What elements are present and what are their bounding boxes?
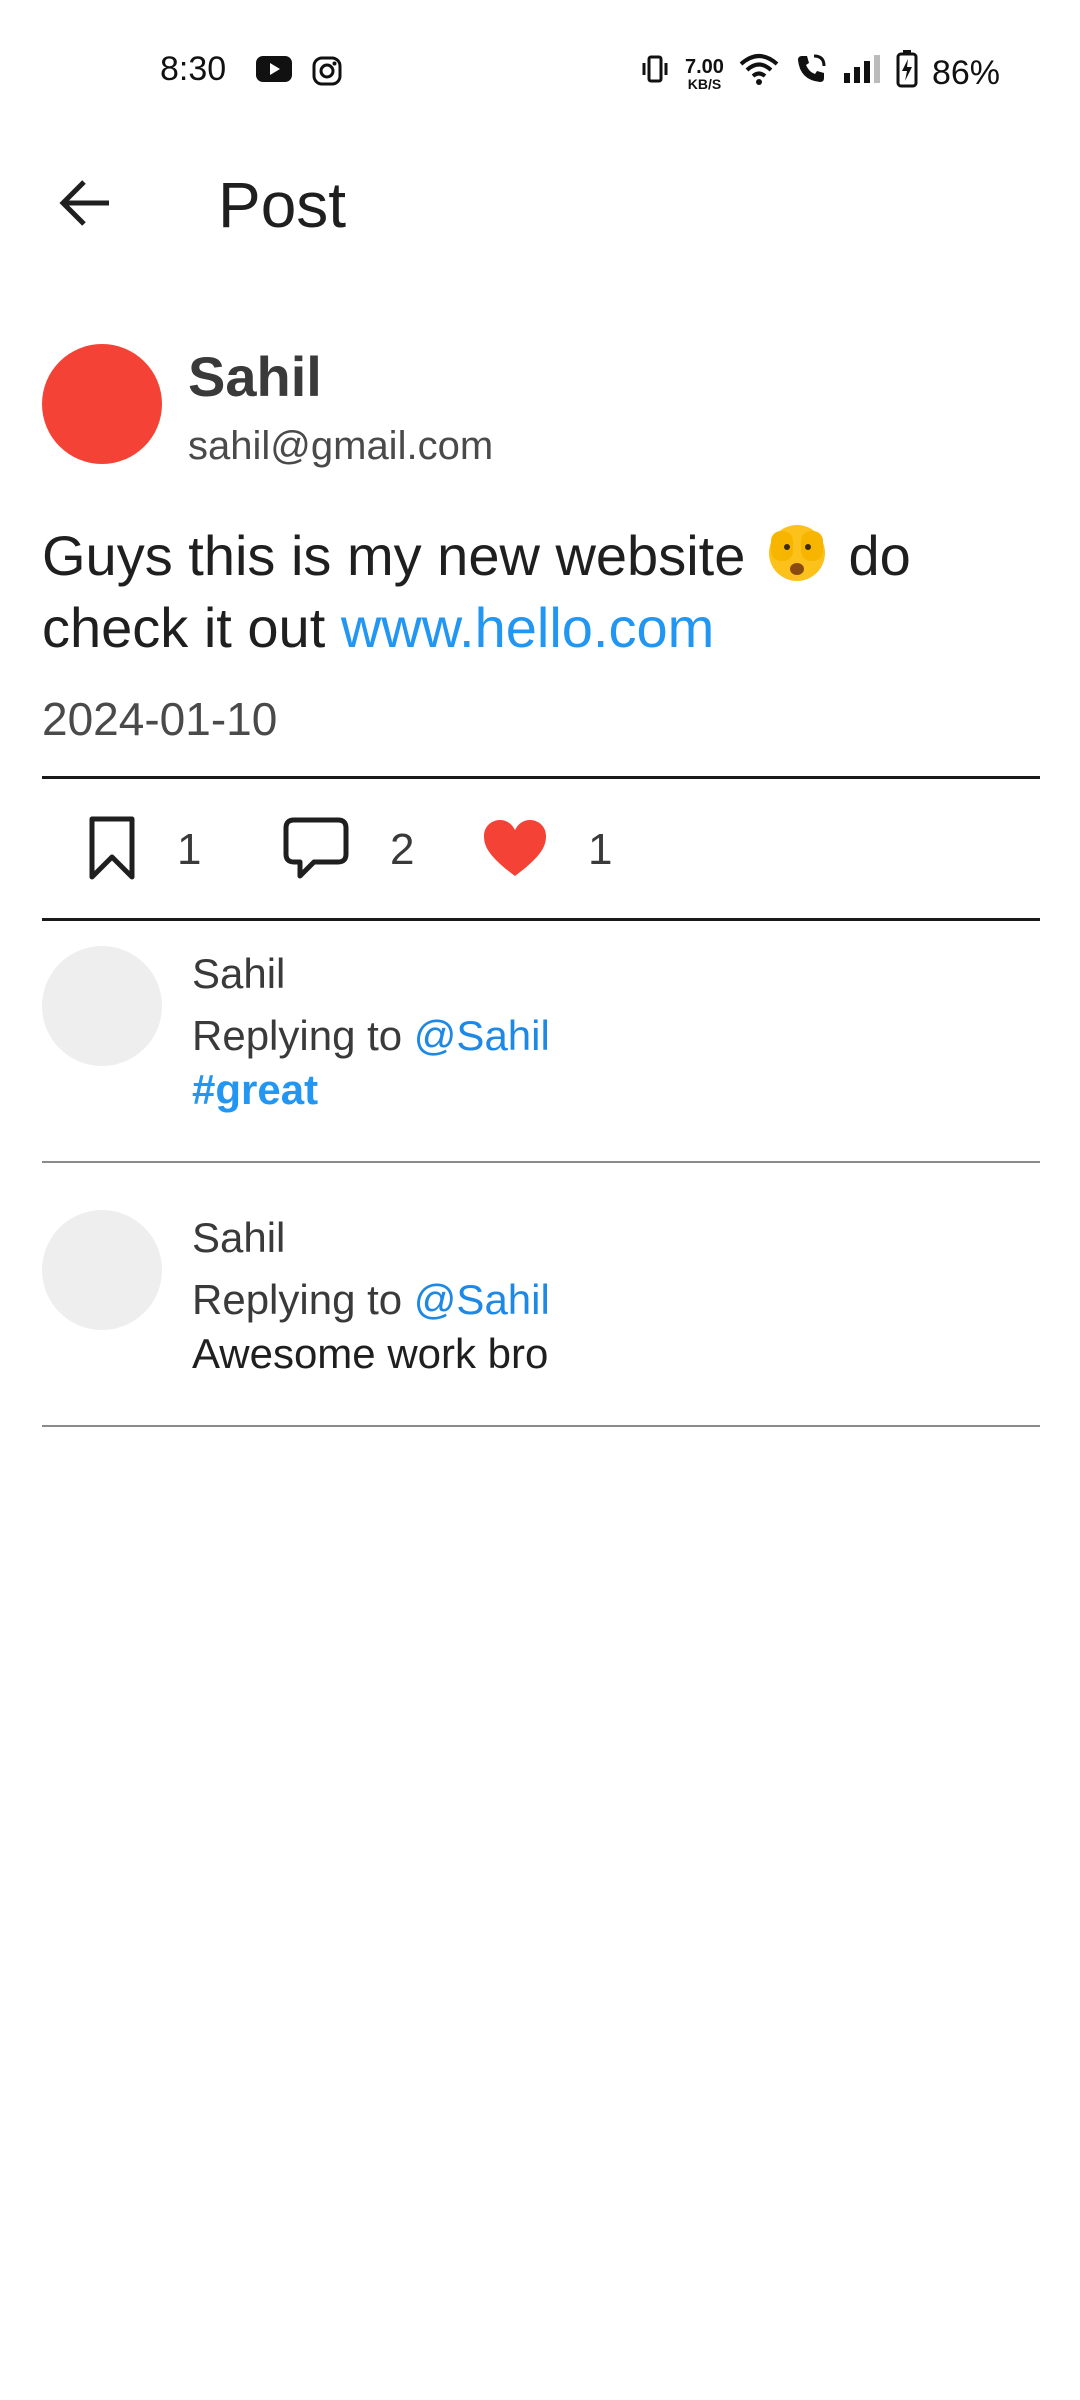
reply-author: Sahil [192, 1214, 286, 1261]
bookmark-icon [87, 815, 137, 886]
comment-button[interactable]: 2 [282, 780, 414, 920]
netspeed-value: 7.00 [685, 55, 724, 78]
netspeed: 7.00 KB/S [685, 57, 724, 91]
reply-mention[interactable]: @Sahil [414, 1012, 550, 1059]
bookmark-button[interactable]: 1 [87, 780, 201, 920]
back-button[interactable] [40, 170, 130, 240]
heart-icon [482, 818, 548, 883]
status-left-icons [256, 56, 342, 91]
status-bar: 8:30 7.00 KB/S 86% [0, 0, 1080, 140]
status-right: 7.00 KB/S 86% [639, 50, 1000, 97]
like-count: 1 [588, 825, 613, 874]
avatar[interactable] [42, 1210, 162, 1330]
divider [42, 1161, 1040, 1163]
face-with-peeking-eye-icon [761, 523, 833, 583]
divider [42, 1425, 1040, 1427]
post-text: Guys this is my new website do check it … [42, 520, 1042, 664]
avatar[interactable] [42, 946, 162, 1066]
replying-to-label: Replying to [192, 1276, 414, 1323]
vibrate-icon [639, 53, 671, 94]
page-title: Post [218, 169, 347, 241]
replying-to-label: Replying to [192, 1012, 414, 1059]
post-actions: 1 2 1 [42, 780, 1040, 920]
list-item[interactable]: Sahil Replying to @Sahil #great [42, 946, 1040, 1161]
reply-body: Awesome work bro [192, 1330, 549, 1377]
arrow-left-icon [57, 178, 113, 233]
status-time: 8:30 [160, 50, 227, 88]
list-item[interactable]: Sahil Replying to @Sahil Awesome work br… [42, 1210, 1040, 1425]
avatar[interactable] [42, 344, 162, 464]
reply-hashtag[interactable]: #great [192, 1066, 318, 1114]
post-author[interactable]: Sahil sahil@gmail.com [42, 344, 1042, 469]
comment-icon [282, 816, 350, 885]
divider [42, 776, 1040, 779]
signal-icon [842, 53, 882, 94]
netspeed-unit: KB/S [687, 75, 722, 92]
youtube-icon [256, 56, 292, 91]
comment-count: 2 [390, 825, 415, 874]
post-text-part1: Guys this is my new website [42, 524, 761, 587]
divider [42, 918, 1040, 921]
author-email: sahil@gmail.com [188, 424, 494, 468]
reply-mention[interactable]: @Sahil [414, 1276, 550, 1323]
battery-percentage: 86% [931, 54, 1000, 92]
author-name: Sahil [188, 345, 322, 408]
wifi-call-icon [794, 52, 828, 95]
wifi-icon [738, 52, 780, 95]
like-button[interactable]: 1 [482, 780, 612, 920]
replying-to: Replying to @Sahil [192, 1012, 550, 1060]
post-link[interactable]: www.hello.com [341, 596, 714, 659]
instagram-icon [312, 56, 342, 91]
app-bar: Post [0, 150, 1080, 260]
battery-charging-icon [896, 50, 918, 97]
bookmark-count: 1 [177, 825, 202, 874]
replying-to: Replying to @Sahil [192, 1276, 550, 1324]
post-date: 2024-01-10 [42, 693, 278, 745]
reply-author: Sahil [192, 950, 286, 997]
